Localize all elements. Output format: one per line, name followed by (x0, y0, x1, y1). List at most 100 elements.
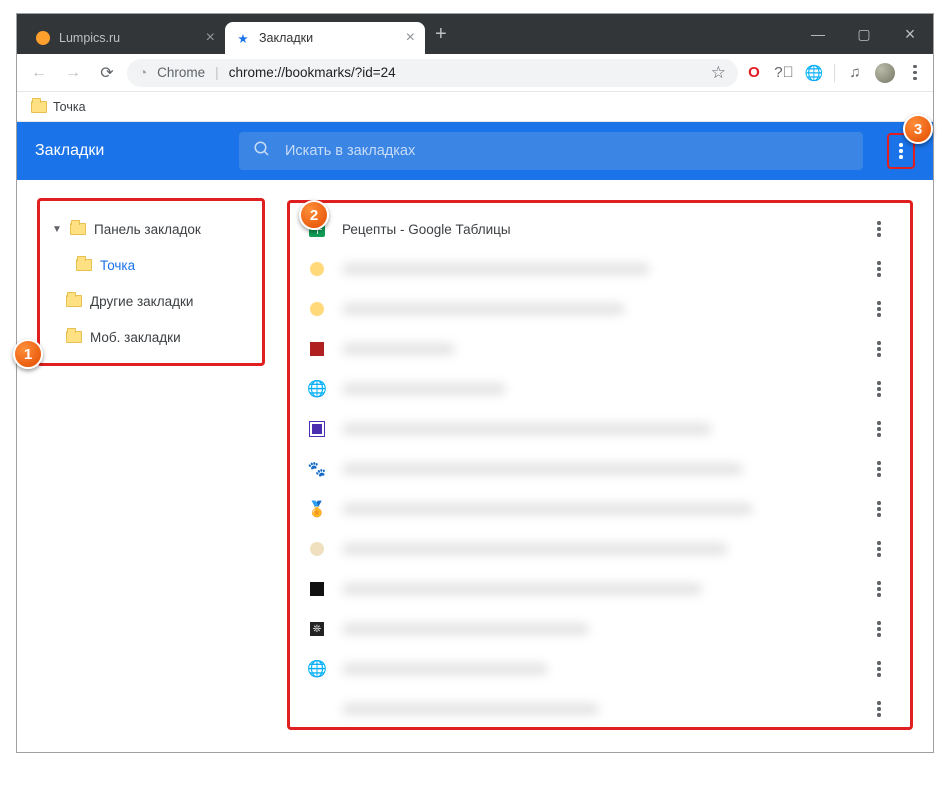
bookmark-row[interactable] (294, 689, 906, 729)
favicon-icon: ❊ (308, 620, 326, 638)
search-box[interactable] (239, 132, 863, 170)
item-menu-button[interactable] (872, 501, 892, 517)
music-ext-icon[interactable]: ♫ (845, 63, 865, 83)
profile-avatar[interactable] (875, 63, 895, 83)
folder-icon (31, 101, 47, 113)
favicon-icon (308, 580, 326, 598)
favicon-icon (308, 700, 326, 718)
chevron-down-icon: ▼ (52, 224, 62, 235)
origin-label: Chrome (157, 65, 205, 80)
back-button[interactable]: ← (25, 59, 53, 87)
bookmark-title (342, 463, 856, 475)
bookmark-row[interactable]: 🐾 (294, 449, 906, 489)
tree-label: Другие закладки (90, 294, 193, 309)
new-tab-button[interactable]: + (425, 23, 457, 46)
bookmark-title (342, 423, 856, 435)
star-icon[interactable]: ☆ (711, 63, 726, 83)
folder-icon (66, 295, 82, 307)
item-menu-button[interactable] (872, 381, 892, 397)
tree-label: Моб. закладки (90, 330, 181, 345)
tab-bookmarks[interactable]: ★ Закладки × (225, 22, 425, 54)
item-menu-button[interactable] (872, 261, 892, 277)
minimize-button[interactable]: — (795, 14, 841, 54)
bookmark-title (342, 343, 856, 355)
window-controls: — ▢ × (795, 14, 933, 54)
bookmark-row[interactable] (294, 329, 906, 369)
bookmark-row[interactable] (294, 729, 906, 730)
favicon-star-icon: ★ (235, 30, 251, 46)
favicon-icon (308, 540, 326, 558)
bookmark-row[interactable]: 🌐 (294, 369, 906, 409)
bookmark-row[interactable] (294, 289, 906, 329)
item-menu-button[interactable] (872, 581, 892, 597)
tree-item-mobile[interactable]: Моб. закладки (46, 319, 256, 355)
tree-item-other[interactable]: Другие закладки (46, 283, 256, 319)
close-icon[interactable]: × (206, 29, 215, 47)
bookmark-row[interactable] (294, 409, 906, 449)
item-menu-button[interactable] (872, 421, 892, 437)
globe-ext-icon[interactable]: 🌐 (804, 63, 824, 83)
browser-window: Lumpics.ru × ★ Закладки × + — ▢ × ← → ⟳ … (16, 13, 934, 753)
tab-strip: Lumpics.ru × ★ Закладки × + — ▢ × (17, 14, 933, 54)
favicon-icon: 🌐 (308, 380, 326, 398)
item-menu-button[interactable] (872, 301, 892, 317)
reload-button[interactable]: ⟳ (93, 59, 121, 87)
tab-label: Lumpics.ru (59, 31, 120, 45)
search-icon (253, 140, 271, 163)
opera-ext-icon[interactable]: O (744, 63, 764, 83)
bookmark-title (342, 383, 856, 395)
bookmark-row[interactable] (294, 529, 906, 569)
bookmark-row[interactable]: 🏅 (294, 489, 906, 529)
close-window-button[interactable]: × (887, 14, 933, 54)
favicon-icon (308, 260, 326, 278)
search-input[interactable] (285, 143, 849, 159)
page-title: Закладки (35, 142, 215, 160)
item-menu-button[interactable] (872, 621, 892, 637)
bookmark-row[interactable]: Рецепты - Google Таблицы (294, 209, 906, 249)
extensions: O ?⃞ 🌐 ♫ (744, 63, 925, 83)
bookmark-row[interactable] (294, 249, 906, 289)
bookmarks-body: ▼ Панель закладок Точка Другие закладки … (17, 180, 933, 752)
item-menu-button[interactable] (872, 541, 892, 557)
bookmark-title (342, 623, 856, 635)
favicon-icon (308, 300, 326, 318)
item-menu-button[interactable] (872, 221, 892, 237)
bookmark-title (342, 703, 856, 715)
bookmark-row[interactable]: ❊ (294, 609, 906, 649)
forward-button[interactable]: → (59, 59, 87, 87)
tree-item-tochka[interactable]: Точка (46, 247, 256, 283)
tree-root[interactable]: ▼ Панель закладок (46, 211, 256, 247)
folder-icon (66, 331, 82, 343)
item-menu-button[interactable] (872, 701, 892, 717)
item-menu-button[interactable] (872, 661, 892, 677)
close-icon[interactable]: × (406, 29, 415, 47)
item-menu-button[interactable] (872, 461, 892, 477)
bookmark-row[interactable] (294, 569, 906, 609)
toolbar: ← → ⟳ ◔ Chrome | chrome://bookmarks/?id=… (17, 54, 933, 92)
folder-icon (76, 259, 92, 271)
chrome-menu-button[interactable] (905, 63, 925, 83)
folder-tree: ▼ Панель закладок Точка Другие закладки … (37, 198, 265, 366)
callout-2: 2 (299, 200, 329, 230)
bookmark-title (342, 263, 856, 275)
favicon-icon: 🌐 (308, 660, 326, 678)
tab-lumpics[interactable]: Lumpics.ru × (25, 22, 225, 54)
bookmark-row[interactable]: 🌐 (294, 649, 906, 689)
bookmarks-bar: Точка (17, 92, 933, 122)
callout-1: 1 (13, 339, 43, 369)
bookmarks-bar-item[interactable]: Точка (53, 100, 86, 114)
bookmark-title (342, 303, 856, 315)
item-menu-button[interactable] (872, 341, 892, 357)
bookmark-title (342, 663, 856, 675)
address-bar[interactable]: ◔ Chrome | chrome://bookmarks/?id=24 ☆ (127, 59, 738, 87)
bookmark-title (342, 583, 856, 595)
content: Рецепты - Google Таблицы 🌐 🐾🏅 ❊ 🌐 (277, 180, 933, 752)
callout-3: 3 (903, 114, 933, 144)
url-text: chrome://bookmarks/?id=24 (229, 65, 396, 80)
folder-icon (70, 223, 86, 235)
tree-label: Точка (100, 258, 135, 273)
maximize-button[interactable]: ▢ (841, 14, 887, 54)
chrome-logo-icon: ◔ (139, 65, 147, 80)
divider (834, 64, 835, 82)
help-ext-icon[interactable]: ?⃞ (774, 63, 794, 83)
